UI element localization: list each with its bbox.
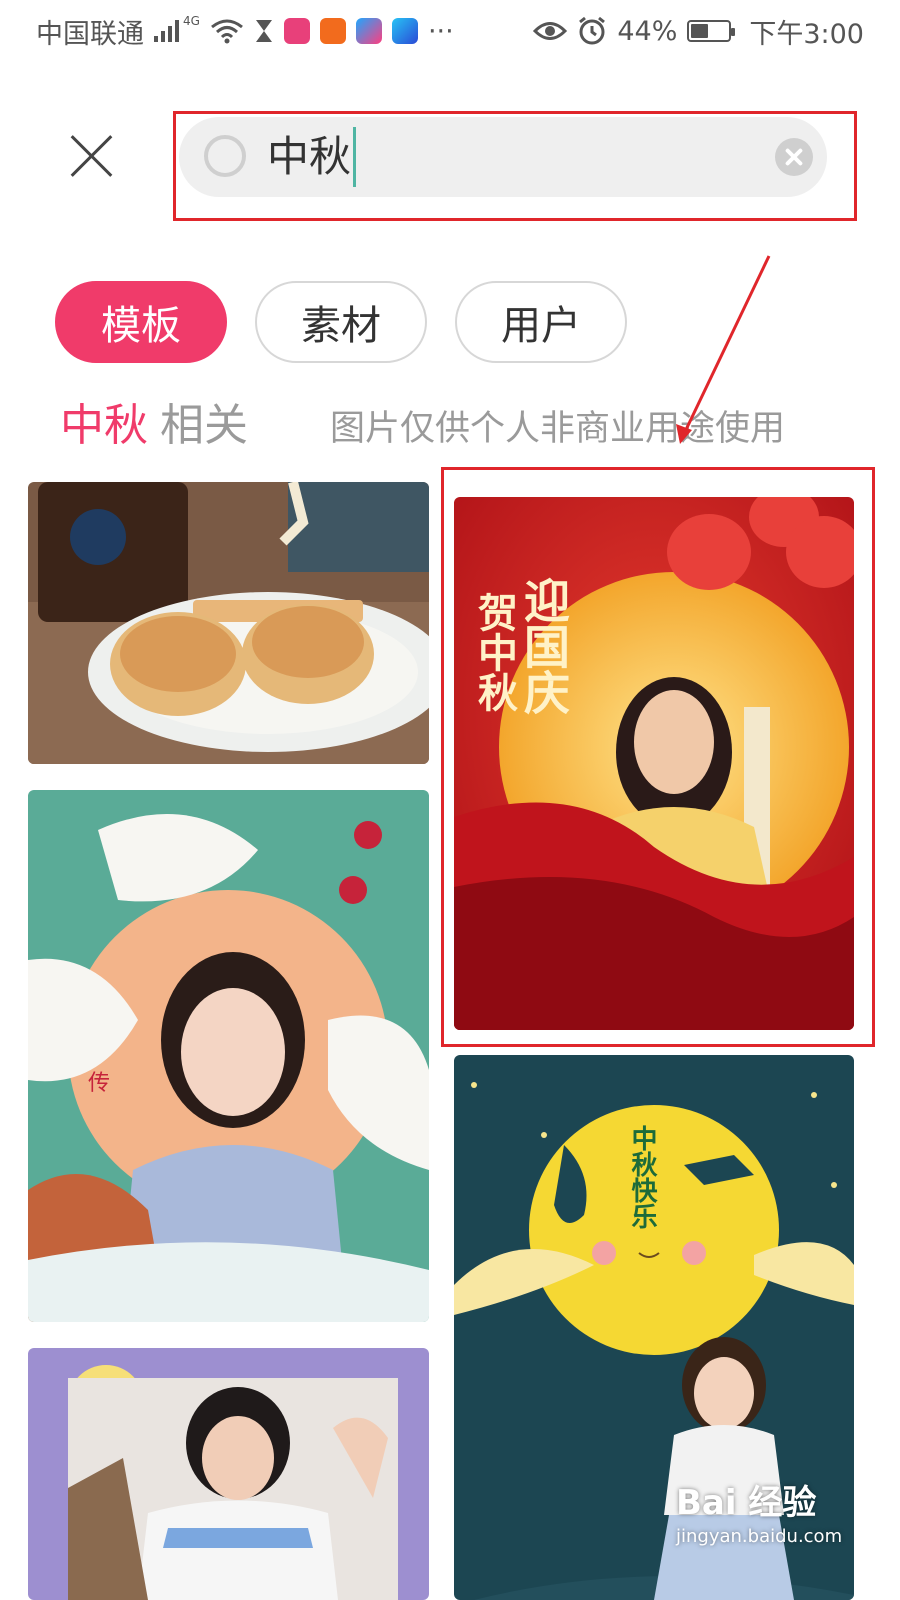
app-icon-video bbox=[391, 18, 418, 44]
clear-icon[interactable] bbox=[775, 138, 813, 176]
search-icon bbox=[204, 135, 246, 177]
tab-template[interactable]: 模板 bbox=[55, 281, 227, 363]
tab-material[interactable]: 素材 bbox=[255, 281, 427, 363]
search-input[interactable]: 中秋 bbox=[179, 117, 827, 197]
status-left: 中国联通 4G ··· bbox=[36, 12, 454, 51]
network-type: 4G bbox=[183, 14, 200, 28]
status-right: 44% 下午3:00 bbox=[533, 12, 864, 51]
battery-icon bbox=[687, 20, 736, 42]
carrier-name: 中国联通 bbox=[36, 18, 144, 50]
app-icon-taobao bbox=[319, 18, 346, 44]
guoqing-template-image: 迎国庆 贺中秋 bbox=[454, 497, 854, 1030]
text-caret bbox=[353, 127, 357, 187]
filter-tabs: 模板 素材 用户 bbox=[55, 281, 627, 363]
baidu-watermark: Bai 经验 jingyan.baidu.com bbox=[676, 1475, 876, 1547]
close-icon[interactable] bbox=[66, 130, 118, 182]
search-query: 中秋 bbox=[267, 132, 352, 181]
watermark-url: jingyan.baidu.com bbox=[676, 1526, 843, 1547]
battery-percent: 44% bbox=[617, 15, 678, 47]
search-query-wrap: 中秋 bbox=[267, 127, 357, 187]
card2-text-b: 贺中秋 bbox=[471, 592, 518, 712]
tab-user[interactable]: 用户 bbox=[455, 281, 627, 363]
app-icon-pink bbox=[283, 18, 310, 44]
related-heading: 中秋 相关 bbox=[60, 400, 248, 452]
eye-icon bbox=[533, 22, 568, 40]
related-suffix: 相关 bbox=[160, 400, 248, 451]
card3-seal-text: 传 bbox=[88, 1071, 110, 1096]
clock: 下午3:00 bbox=[749, 18, 864, 50]
watermark-brand: Bai 经验 bbox=[676, 1483, 817, 1523]
more-notifications: ··· bbox=[427, 15, 454, 47]
purple-template-image bbox=[28, 1348, 429, 1600]
result-card-guoqing[interactable]: 迎国庆 贺中秋 bbox=[454, 497, 854, 1030]
status-bar: 中国联通 4G ··· 44% 下午3:00 bbox=[0, 0, 900, 62]
app-icon-youku bbox=[355, 18, 382, 44]
rabbit-template-image: 传 bbox=[28, 790, 429, 1322]
result-card-purple[interactable] bbox=[28, 1348, 429, 1600]
card2-text-a: 迎国庆 bbox=[517, 577, 571, 715]
card4-text: 中秋快乐 bbox=[627, 1125, 657, 1229]
hourglass-icon bbox=[255, 20, 272, 42]
signal-icon bbox=[154, 20, 179, 42]
usage-note: 图片仅供个人非商业用途使用 bbox=[330, 409, 786, 449]
related-keyword[interactable]: 中秋 bbox=[60, 400, 148, 452]
alarm-icon bbox=[579, 16, 606, 45]
result-card-mooncakes[interactable] bbox=[28, 482, 429, 764]
mooncake-image bbox=[28, 482, 429, 764]
wifi-icon bbox=[211, 19, 243, 44]
result-card-rabbit[interactable]: 传 bbox=[28, 790, 429, 1322]
